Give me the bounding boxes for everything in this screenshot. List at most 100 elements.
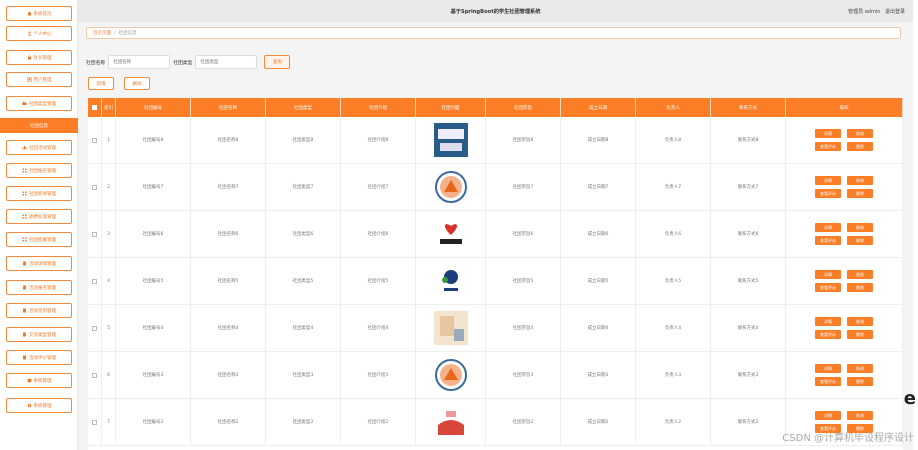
sidebar-item-label: 社团信息 bbox=[30, 123, 48, 129]
cell-date: 成立日期7 bbox=[561, 164, 636, 210]
detail-button[interactable]: 详情 bbox=[815, 176, 841, 185]
cell-leader: 负责人2 bbox=[636, 399, 711, 445]
cell-contact: 联系方式4 bbox=[711, 305, 786, 351]
sidebar-item-11[interactable]: 活动详情管理 bbox=[6, 256, 72, 271]
row-actions: 详情 修改 查看评论 删除 bbox=[815, 223, 873, 245]
row-select-cell bbox=[88, 164, 102, 210]
row-checkbox[interactable] bbox=[92, 278, 97, 284]
doc-icon bbox=[22, 285, 27, 290]
row-delete-button[interactable]: 删除 bbox=[847, 377, 873, 386]
sidebar: 系统首页个人中心社长管理用户管理社团类型管理社团信息社团活动管理社团报名管理 社团… bbox=[0, 0, 78, 450]
sidebar-item-1[interactable]: 个人中心 bbox=[6, 26, 72, 41]
delete-button[interactable]: 删除 bbox=[124, 77, 150, 90]
club-cover-image bbox=[433, 405, 468, 439]
sidebar-item-3[interactable]: 用户管理 bbox=[6, 72, 72, 87]
detail-button[interactable]: 详情 bbox=[815, 364, 841, 373]
cell-date: 成立日期3 bbox=[561, 352, 636, 398]
select-all-cell[interactable] bbox=[88, 98, 102, 117]
view-comments-button[interactable]: 查看评论 bbox=[815, 142, 841, 151]
table-row: 2 社团编号7 社团名称7 社团类型7 社团介绍7 社团宗旨7 成立日期7 负责人7 联系方式7… bbox=[88, 164, 903, 211]
detail-button[interactable]: 详情 bbox=[815, 317, 841, 326]
edit-button[interactable]: 修改 bbox=[847, 364, 873, 373]
sidebar-item-4[interactable]: 社团类型管理 bbox=[6, 96, 72, 111]
breadcrumb-home[interactable]: 首页页面 bbox=[93, 30, 111, 36]
cell-no: 社团编号5 bbox=[116, 258, 191, 304]
row-checkbox[interactable] bbox=[92, 325, 97, 331]
row-checkbox[interactable] bbox=[92, 419, 97, 425]
cell-idx: 3 bbox=[102, 211, 116, 257]
cell-leader: 负责人8 bbox=[636, 117, 711, 163]
sidebar-item-8[interactable]: 社团新闻管理 bbox=[6, 186, 72, 201]
type-search-input[interactable] bbox=[195, 55, 258, 69]
column-header: 联系方式 bbox=[711, 98, 786, 117]
cell-leader: 负责人7 bbox=[636, 164, 711, 210]
edit-button[interactable]: 修改 bbox=[847, 223, 873, 232]
cell-no: 社团编号3 bbox=[116, 352, 191, 398]
view-comments-button[interactable]: 查看评论 bbox=[815, 283, 841, 292]
sidebar-item-13[interactable]: 活动签到管理 bbox=[6, 303, 72, 318]
edit-button[interactable]: 修改 bbox=[847, 176, 873, 185]
column-header: 成立日期 bbox=[561, 98, 636, 117]
row-delete-button[interactable]: 删除 bbox=[847, 283, 873, 292]
cell-aim: 社团宗旨5 bbox=[486, 258, 561, 304]
row-actions: 详情 修改 查看评论 删除 bbox=[815, 270, 873, 292]
cell-contact: 联系方式5 bbox=[711, 258, 786, 304]
sidebar-item-10[interactable]: 社团招募管理 bbox=[6, 232, 72, 247]
row-checkbox[interactable] bbox=[92, 231, 97, 237]
sidebar-item-14[interactable]: 交流类型管理 bbox=[6, 327, 72, 342]
view-comments-button[interactable]: 查看评论 bbox=[815, 377, 841, 386]
sidebar-item-7[interactable]: 社团报名管理 bbox=[6, 163, 72, 178]
detail-button[interactable]: 详情 bbox=[815, 411, 841, 420]
sidebar-item-0[interactable]: 系统首页 bbox=[6, 6, 72, 21]
view-comments-button[interactable]: 查看评论 bbox=[815, 330, 841, 339]
edit-button[interactable]: 修改 bbox=[847, 411, 873, 420]
sidebar-item-label: 个人中心 bbox=[33, 31, 52, 37]
sidebar-item-2[interactable]: 社长管理 bbox=[6, 50, 72, 65]
row-delete-button[interactable]: 删除 bbox=[847, 330, 873, 339]
sidebar-item-5[interactable]: 社团信息 bbox=[0, 118, 78, 133]
row-delete-button[interactable]: 删除 bbox=[847, 142, 873, 151]
sidebar-item-label: 社团活动管理 bbox=[29, 145, 56, 151]
cover-cell bbox=[416, 258, 486, 304]
name-search-input[interactable] bbox=[108, 55, 171, 69]
sidebar-item-label: 活动签到管理 bbox=[29, 308, 56, 314]
search-button[interactable]: 查询 bbox=[264, 55, 291, 69]
sidebar-item-15[interactable]: 活动评价管理 bbox=[6, 350, 72, 365]
sidebar-item-label: 活动评价管理 bbox=[29, 355, 56, 361]
sidebar-item-17[interactable]: 系统管理 bbox=[6, 398, 72, 413]
cell-type: 社团类型8 bbox=[266, 117, 341, 163]
edit-button[interactable]: 修改 bbox=[847, 129, 873, 138]
sidebar-item-label: 社长管理 bbox=[33, 55, 52, 61]
column-header: 社团介绍 bbox=[341, 98, 416, 117]
sidebar-item-9[interactable]: 收费标准管理 bbox=[6, 209, 72, 224]
view-comments-button[interactable]: 查看评论 bbox=[815, 236, 841, 245]
sidebar-item-6[interactable]: 社团活动管理 bbox=[6, 140, 72, 155]
action-row: 新增 删除 bbox=[88, 77, 150, 90]
cell-name: 社团名称2 bbox=[191, 399, 266, 445]
sidebar-item-16[interactable]: 系统管理 bbox=[6, 373, 72, 388]
sidebar-item-12[interactable]: 活动报名管理 bbox=[6, 280, 72, 295]
view-comments-button[interactable]: 查看评论 bbox=[815, 189, 841, 198]
select-all-checkbox[interactable] bbox=[92, 105, 97, 110]
cell-date: 成立日期5 bbox=[561, 258, 636, 304]
cell-name: 社团名称6 bbox=[191, 211, 266, 257]
edit-button[interactable]: 修改 bbox=[847, 270, 873, 279]
cell-intro: 社团介绍6 bbox=[341, 211, 416, 257]
club-cover-image bbox=[433, 264, 468, 298]
detail-button[interactable]: 详情 bbox=[815, 129, 841, 138]
cover-cell bbox=[416, 117, 486, 163]
row-checkbox[interactable] bbox=[92, 184, 97, 190]
cell-date: 成立日期2 bbox=[561, 399, 636, 445]
detail-button[interactable]: 详情 bbox=[815, 270, 841, 279]
row-checkbox[interactable] bbox=[92, 372, 97, 378]
cell-name: 社团名称8 bbox=[191, 117, 266, 163]
edit-button[interactable]: 修改 bbox=[847, 317, 873, 326]
row-checkbox[interactable] bbox=[92, 137, 97, 143]
operations-cell: 详情 修改 查看评论 删除 bbox=[786, 352, 903, 398]
logout-link[interactable]: 退出登录 bbox=[885, 9, 905, 15]
row-delete-button[interactable]: 删除 bbox=[847, 236, 873, 245]
cell-no: 社团编号6 bbox=[116, 211, 191, 257]
add-button[interactable]: 新增 bbox=[88, 77, 114, 90]
row-delete-button[interactable]: 删除 bbox=[847, 189, 873, 198]
detail-button[interactable]: 详情 bbox=[815, 223, 841, 232]
